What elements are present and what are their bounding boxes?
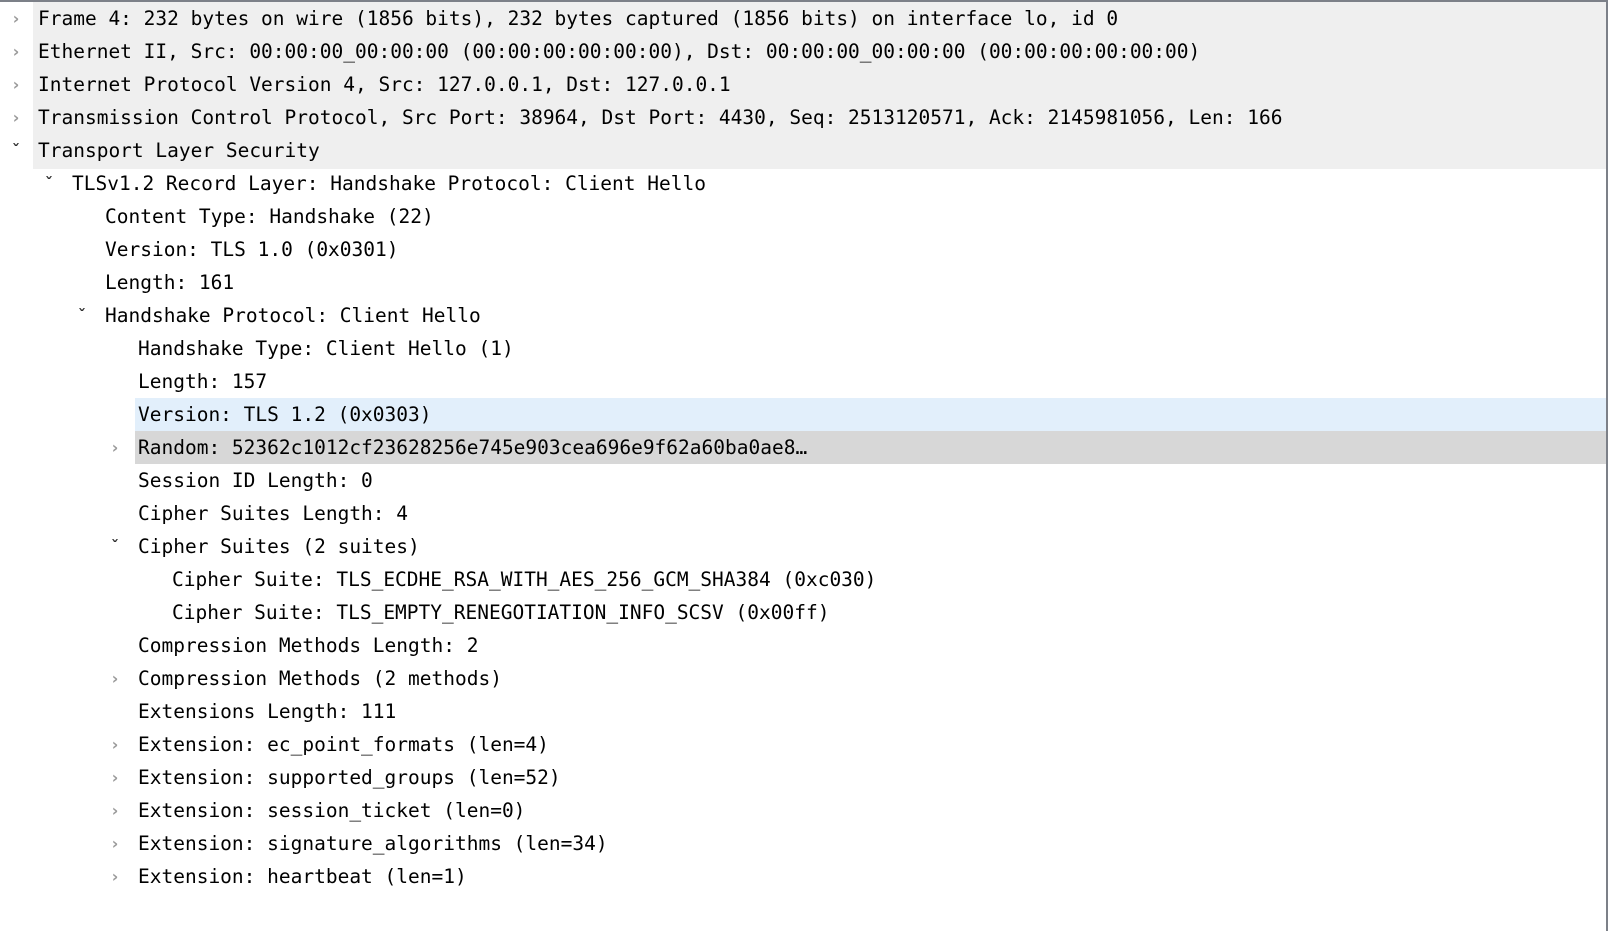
tree-row-label: Extension: ec_point_formats (len=4): [138, 733, 549, 756]
tree-row-extensions-length[interactable]: Extensions Length: 111: [0, 695, 1606, 728]
chevron-right-icon[interactable]: ›: [5, 2, 27, 35]
tree-row-compression-methods[interactable]: › Compression Methods (2 methods): [0, 662, 1606, 695]
tree-row-label: Internet Protocol Version 4, Src: 127.0.…: [38, 73, 731, 96]
tree-row-record-version[interactable]: Version: TLS 1.0 (0x0301): [0, 233, 1606, 266]
tree-row-random[interactable]: › Random: 52362c1012cf23628256e745e903cea…: [0, 431, 1606, 464]
tree-row-label: Compression Methods Length: 2: [138, 634, 479, 657]
tree-row-label: Extensions Length: 111: [138, 700, 397, 723]
tree-row-extension-ec-point-formats[interactable]: › Extension: ec_point_formats (len=4): [0, 728, 1606, 761]
tree-row-extension-session-ticket[interactable]: › Extension: session_ticket (len=0): [0, 794, 1606, 827]
tree-row-handshake-length[interactable]: Length: 157: [0, 365, 1606, 398]
tree-row-label: TLSv1.2 Record Layer: Handshake Protocol…: [72, 172, 706, 195]
tree-row-label: Random: 52362c1012cf23628256e745e903cea6…: [138, 436, 808, 459]
tree-row-label: Version: TLS 1.0 (0x0301): [105, 238, 399, 261]
chevron-right-icon[interactable]: ›: [5, 68, 27, 101]
tree-row-label: Transmission Control Protocol, Src Port:…: [38, 106, 1283, 129]
chevron-down-icon[interactable]: ˇ: [104, 530, 126, 563]
tree-row-cipher-suite-1[interactable]: Cipher Suite: TLS_ECDHE_RSA_WITH_AES_256…: [0, 563, 1606, 596]
tree-row-cipher-suite-2[interactable]: Cipher Suite: TLS_EMPTY_RENEGOTIATION_IN…: [0, 596, 1606, 629]
tree-row-tls[interactable]: ˇ Transport Layer Security: [0, 134, 1606, 167]
chevron-right-icon[interactable]: ›: [104, 431, 126, 464]
chevron-right-icon[interactable]: ›: [104, 761, 126, 794]
tree-row-extension-heartbeat[interactable]: › Extension: heartbeat (len=1): [0, 860, 1606, 893]
tree-row-label: Extension: signature_algorithms (len=34): [138, 832, 608, 855]
tree-row-handshake-type[interactable]: Handshake Type: Client Hello (1): [0, 332, 1606, 365]
tree-row-ipv4[interactable]: › Internet Protocol Version 4, Src: 127.0…: [0, 68, 1606, 101]
tree-row-session-id-length[interactable]: Session ID Length: 0: [0, 464, 1606, 497]
tree-row-label: Version: TLS 1.2 (0x0303): [138, 403, 432, 426]
tree-row-frame[interactable]: › Frame 4: 232 bytes on wire (1856 bits),…: [0, 2, 1606, 35]
tree-row-record-layer[interactable]: ˇ TLSv1.2 Record Layer: Handshake Protoco…: [0, 167, 1606, 200]
tree-row-extension-supported-groups[interactable]: › Extension: supported_groups (len=52): [0, 761, 1606, 794]
tree-row-label: Handshake Type: Client Hello (1): [138, 337, 514, 360]
chevron-down-icon[interactable]: ˇ: [5, 134, 27, 167]
tree-row-ethernet[interactable]: › Ethernet II, Src: 00:00:00_00:00:00 (00…: [0, 35, 1606, 68]
tree-row-label: Cipher Suite: TLS_ECDHE_RSA_WITH_AES_256…: [172, 568, 877, 591]
chevron-right-icon[interactable]: ›: [104, 794, 126, 827]
chevron-right-icon[interactable]: ›: [5, 35, 27, 68]
tree-row-extension-signature-algorithms[interactable]: › Extension: signature_algorithms (len=34…: [0, 827, 1606, 860]
chevron-right-icon[interactable]: ›: [104, 860, 126, 893]
tree-row-cipher-suites[interactable]: ˇ Cipher Suites (2 suites): [0, 530, 1606, 563]
chevron-right-icon[interactable]: ›: [104, 728, 126, 761]
tree-row-content-type[interactable]: Content Type: Handshake (22): [0, 200, 1606, 233]
tree-row-label: Frame 4: 232 bytes on wire (1856 bits), …: [38, 7, 1119, 30]
tree-row-handshake-protocol[interactable]: ˇ Handshake Protocol: Client Hello: [0, 299, 1606, 332]
tree-row-label: Extension: heartbeat (len=1): [138, 865, 467, 888]
tree-row-label: Extension: supported_groups (len=52): [138, 766, 561, 789]
chevron-right-icon[interactable]: ›: [104, 827, 126, 860]
packet-details-pane[interactable]: › Frame 4: 232 bytes on wire (1856 bits),…: [0, 0, 1608, 931]
chevron-right-icon[interactable]: ›: [104, 662, 126, 695]
tree-row-tcp[interactable]: › Transmission Control Protocol, Src Port…: [0, 101, 1606, 134]
packet-detail-tree[interactable]: › Frame 4: 232 bytes on wire (1856 bits),…: [0, 2, 1606, 893]
tree-row-label: Handshake Protocol: Client Hello: [105, 304, 481, 327]
tree-row-label: Length: 157: [138, 370, 268, 393]
tree-row-record-length[interactable]: Length: 161: [0, 266, 1606, 299]
tree-row-compression-methods-length[interactable]: Compression Methods Length: 2: [0, 629, 1606, 662]
tree-row-label: Session ID Length: 0: [138, 469, 373, 492]
tree-row-label: Length: 161: [105, 271, 235, 294]
tree-row-label: Cipher Suites (2 suites): [138, 535, 420, 558]
chevron-right-icon[interactable]: ›: [5, 101, 27, 134]
chevron-down-icon[interactable]: ˇ: [71, 299, 93, 332]
tree-row-label: Content Type: Handshake (22): [105, 205, 434, 228]
tree-row-cipher-suites-length[interactable]: Cipher Suites Length: 4: [0, 497, 1606, 530]
tree-row-label: Compression Methods (2 methods): [138, 667, 502, 690]
tree-row-label: Transport Layer Security: [38, 139, 320, 162]
tree-row-label: Extension: session_ticket (len=0): [138, 799, 526, 822]
tree-row-label: Cipher Suites Length: 4: [138, 502, 409, 525]
chevron-down-icon[interactable]: ˇ: [38, 167, 60, 200]
tree-row-handshake-version[interactable]: Version: TLS 1.2 (0x0303): [0, 398, 1606, 431]
tree-row-label: Ethernet II, Src: 00:00:00_00:00:00 (00:…: [38, 40, 1201, 63]
tree-row-label: Cipher Suite: TLS_EMPTY_RENEGOTIATION_IN…: [172, 601, 830, 624]
